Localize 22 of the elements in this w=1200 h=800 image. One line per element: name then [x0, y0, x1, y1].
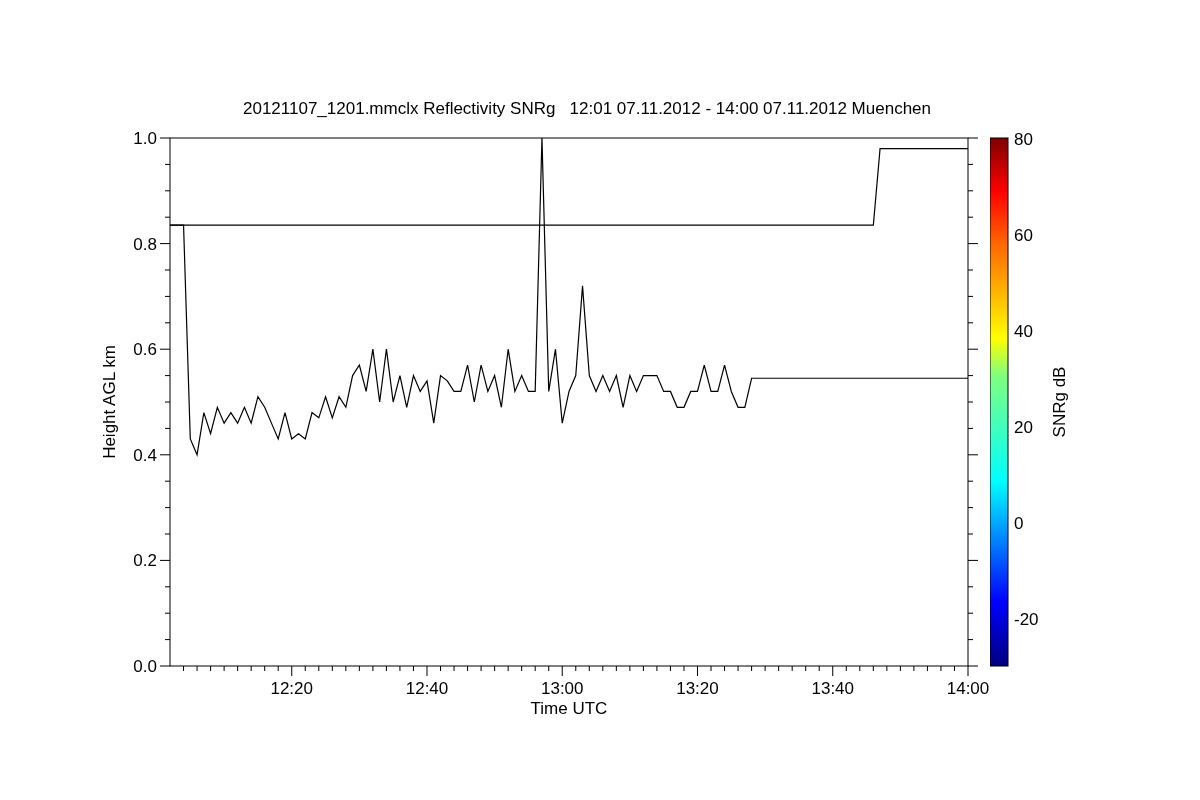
scale-tick-label: -20 [1014, 610, 1039, 629]
x-tick-label: 13:00 [540, 679, 584, 698]
y-axis-title: Height AGL km [100, 345, 119, 459]
scale-tick-label: 60 [1014, 226, 1033, 245]
y-tick-label: 0.0 [133, 657, 157, 676]
chart-title: 20121107_1201.mmclx Reflectivity SNRg 12:01 07.11.2012 - 14:00 07.11.2012 Muenchen [243, 99, 931, 118]
y-tick-label: 0.2 [133, 551, 157, 571]
y-tick-label: 0.6 [133, 340, 157, 360]
x-tick-label: 12:20 [270, 679, 313, 698]
y-tick-label: 0.8 [133, 234, 157, 254]
x-tick-label: 12:40 [405, 679, 449, 698]
x-tick-label: 14:00 [946, 679, 990, 698]
x-tick-label: 13:40 [811, 679, 855, 698]
scale-title: SNRg dB [1050, 366, 1069, 438]
scale-tick-label: 0 [1014, 514, 1024, 533]
x-axis-title: Time UTC [530, 699, 608, 718]
scale-tick-label: 40 [1014, 322, 1033, 341]
scale-tick-label: 80 [1014, 130, 1033, 149]
y-tick-label: 1.0 [133, 129, 157, 148]
y-tick-label: 0.4 [133, 445, 157, 465]
scale-tick-label: 20 [1014, 418, 1033, 437]
x-tick-label: 13:20 [676, 679, 719, 698]
